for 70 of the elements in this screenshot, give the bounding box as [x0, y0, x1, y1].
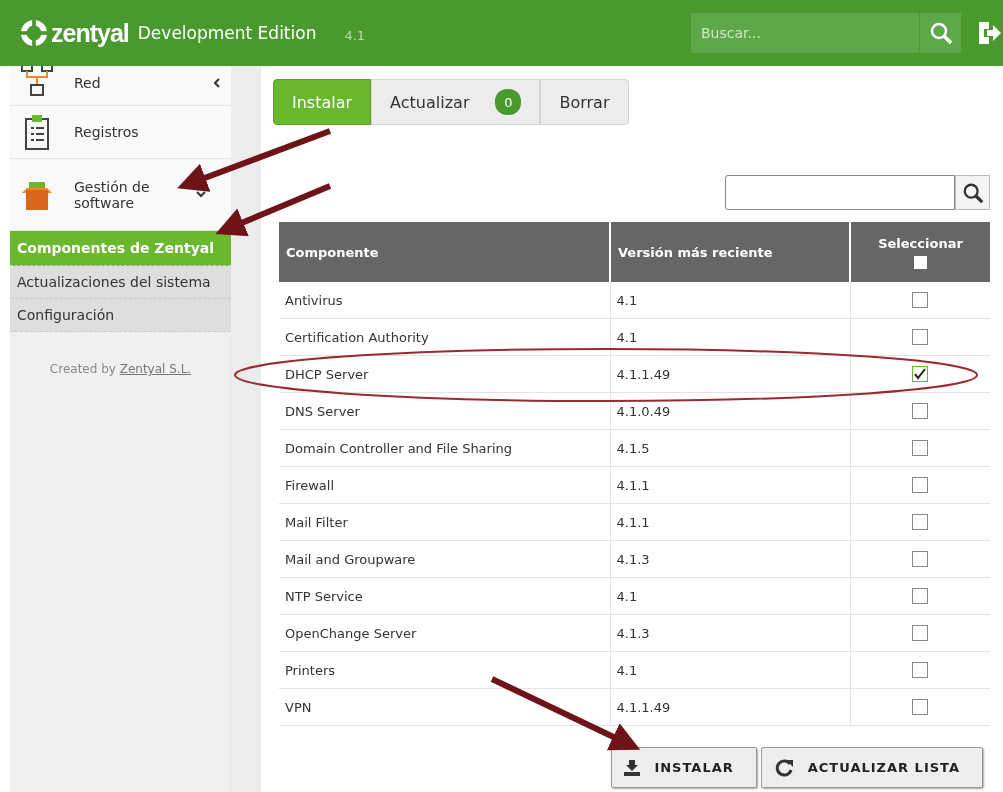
sidebar-label: Registros: [74, 124, 140, 140]
checkbox[interactable]: [912, 403, 929, 420]
filter-field[interactable]: [725, 175, 955, 210]
checkbox[interactable]: [912, 625, 929, 642]
search-icon: [928, 21, 953, 45]
search-field[interactable]: Buscar...: [691, 13, 919, 53]
table-cell: Mail and Groupware: [279, 540, 610, 578]
select-all-checkbox[interactable]: [914, 255, 927, 269]
sidebar-label: Gestión de software: [74, 178, 151, 211]
search-icon: [961, 181, 984, 204]
checkbox[interactable]: [912, 514, 929, 531]
column-header: Seleccionar: [878, 235, 963, 251]
version-label: 4.1: [344, 27, 366, 43]
checkbox[interactable]: [912, 440, 929, 457]
sidebar-item[interactable]: Gestión de software: [10, 159, 231, 231]
table-cell: DHCP Server: [279, 355, 610, 393]
table-cell: NTP Service: [279, 577, 610, 615]
table-cell: OpenChange Server: [279, 614, 610, 652]
table-cell: DNS Server: [279, 392, 610, 430]
table-cell: 4.1: [610, 318, 850, 356]
submenu-item[interactable]: Configuración: [10, 299, 231, 332]
checkbox[interactable]: [912, 699, 929, 716]
table-cell: 4.1: [610, 651, 850, 689]
submenu-item[interactable]: Actualizaciones del sistema: [10, 266, 231, 299]
sidebar-item[interactable]: Registros: [10, 106, 231, 159]
search-button[interactable]: [955, 175, 990, 210]
sidebar-item[interactable]: Red: [10, 66, 231, 106]
table-cell: Certification Authority: [279, 318, 610, 356]
checkbox[interactable]: [912, 662, 929, 679]
table-cell: 4.1.1.49: [610, 688, 850, 726]
count-badge: 0: [495, 89, 522, 115]
column-header: Versión más reciente: [610, 222, 850, 282]
table-cell: Firewall: [279, 466, 610, 504]
checkbox[interactable]: [912, 477, 929, 494]
refresh-button[interactable]: ACTUALIZAR LISTA: [760, 747, 983, 788]
checkbox[interactable]: [912, 366, 929, 383]
checkbox[interactable]: [912, 292, 929, 309]
table-cell: Mail Filter: [279, 503, 610, 541]
sidebar-label: Red: [74, 74, 102, 91]
table-cell: VPN: [279, 688, 610, 726]
checkbox[interactable]: [912, 329, 929, 346]
table-cell: Domain Controller and File Sharing: [279, 429, 610, 467]
credit-text: Created by: [49, 362, 116, 376]
credit-link[interactable]: Zentyal S.L.: [119, 362, 192, 376]
edition-label: Development Edition: [137, 23, 317, 43]
download-icon: [624, 759, 641, 776]
refresh-icon: [773, 757, 794, 778]
checkbox[interactable]: [912, 551, 929, 568]
table-cell: 4.1.3: [610, 540, 850, 578]
brand-name: zentyal: [51, 18, 129, 48]
table-cell: 4.1.3: [610, 614, 850, 652]
tab[interactable]: Borrar: [540, 79, 629, 125]
tab[interactable]: Actualizar 0: [371, 79, 541, 125]
logout-icon[interactable]: [977, 20, 1001, 46]
chevron-left-icon: [214, 77, 221, 88]
table-cell: Printers: [279, 651, 610, 689]
table-cell: 4.1: [610, 577, 850, 615]
logo-icon: [20, 19, 48, 47]
column-header: Componente: [279, 222, 610, 282]
table-cell: 4.1.1.49: [610, 355, 850, 393]
table-cell: 4.1.1: [610, 503, 850, 541]
table-cell: 4.1: [610, 282, 850, 319]
checkbox[interactable]: [912, 588, 929, 605]
install-button[interactable]: INSTALAR: [611, 747, 757, 788]
chevron-down-icon: [196, 191, 206, 198]
table-cell: Antivirus: [279, 282, 610, 319]
table-cell: 4.1.0.49: [610, 392, 850, 430]
network-icon: [20, 66, 54, 99]
table-cell: 4.1.1: [610, 466, 850, 504]
table-cell: 4.1.5: [610, 429, 850, 467]
